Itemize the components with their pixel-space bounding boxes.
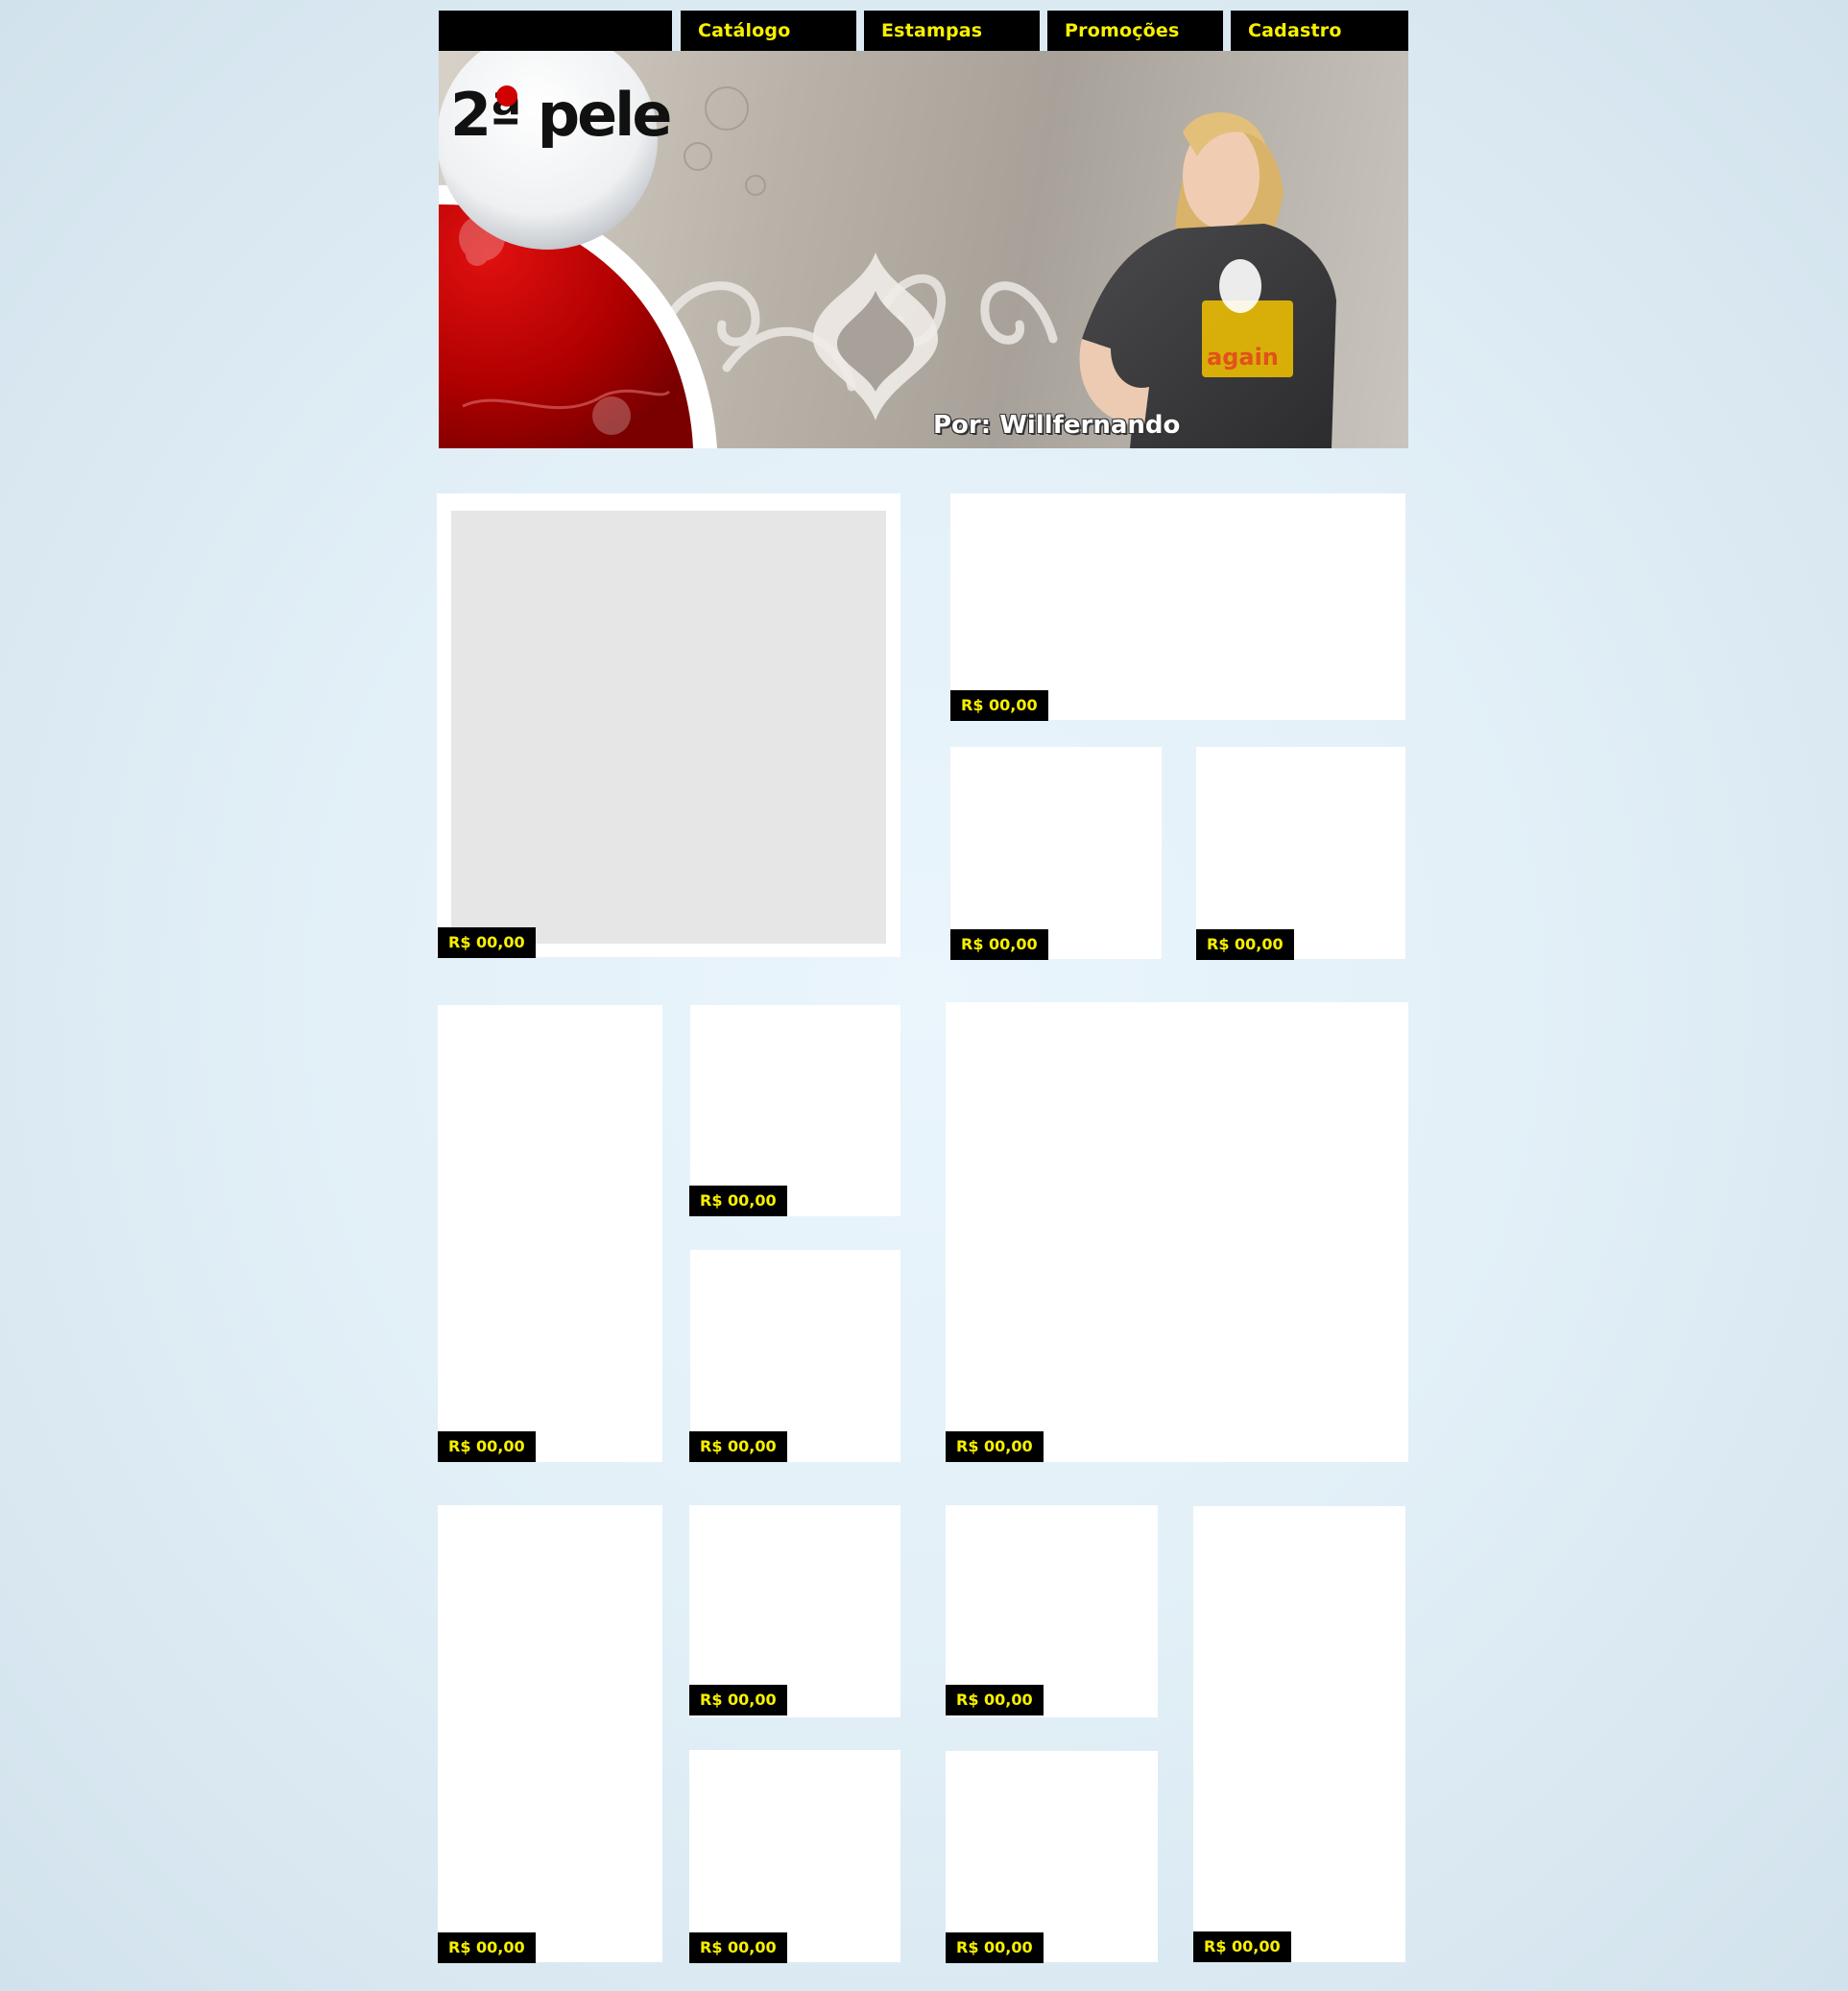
product-tile[interactable]: [946, 1002, 1408, 1462]
price-tag[interactable]: R$ 00,00: [946, 1932, 1044, 1963]
product-tile[interactable]: [950, 747, 1162, 959]
page: Catálogo Estampas Promoções Cadastro 2ª …: [0, 0, 1848, 1991]
nav-item-catalogo[interactable]: Catálogo: [681, 11, 856, 51]
price-tag[interactable]: R$ 00,00: [438, 927, 536, 958]
model-photo: [1079, 112, 1336, 448]
product-tile[interactable]: [950, 493, 1405, 720]
logo-text[interactable]: 2ª pele: [450, 80, 672, 150]
author-byline: Por: Willfernando: [933, 411, 1181, 440]
product-tile[interactable]: [690, 1005, 900, 1216]
header-banner: 2ª pele again: [439, 51, 1408, 448]
price-tag[interactable]: R$ 00,00: [1196, 929, 1294, 960]
product-tile[interactable]: [438, 1505, 662, 1962]
product-tile[interactable]: [1196, 747, 1405, 959]
product-tile[interactable]: [690, 1250, 900, 1462]
price-tag[interactable]: R$ 00,00: [689, 1932, 787, 1963]
price-tag[interactable]: R$ 00,00: [689, 1186, 787, 1216]
price-tag[interactable]: R$ 00,00: [689, 1431, 787, 1462]
product-image-placeholder[interactable]: [451, 511, 886, 944]
price-tag[interactable]: R$ 00,00: [946, 1431, 1044, 1462]
shirt-slogan: again: [1207, 344, 1279, 371]
price-tag[interactable]: R$ 00,00: [1193, 1931, 1291, 1962]
price-tag[interactable]: R$ 00,00: [438, 1431, 536, 1462]
nav-item-home[interactable]: [439, 11, 672, 51]
product-tile-featured[interactable]: [437, 493, 900, 957]
price-tag[interactable]: R$ 00,00: [946, 1685, 1044, 1715]
nav-item-estampas[interactable]: Estampas: [864, 11, 1040, 51]
price-tag[interactable]: R$ 00,00: [438, 1932, 536, 1963]
product-tile[interactable]: [1193, 1506, 1405, 1962]
price-tag[interactable]: R$ 00,00: [950, 690, 1048, 721]
product-tile[interactable]: [946, 1751, 1158, 1962]
product-tile[interactable]: [438, 1005, 662, 1462]
product-tile[interactable]: [689, 1750, 900, 1962]
nav-item-promocoes[interactable]: Promoções: [1047, 11, 1223, 51]
price-tag[interactable]: R$ 00,00: [950, 929, 1048, 960]
price-tag[interactable]: R$ 00,00: [689, 1685, 787, 1715]
nav-item-cadastro[interactable]: Cadastro: [1231, 11, 1408, 51]
logo-dot: [496, 85, 517, 107]
